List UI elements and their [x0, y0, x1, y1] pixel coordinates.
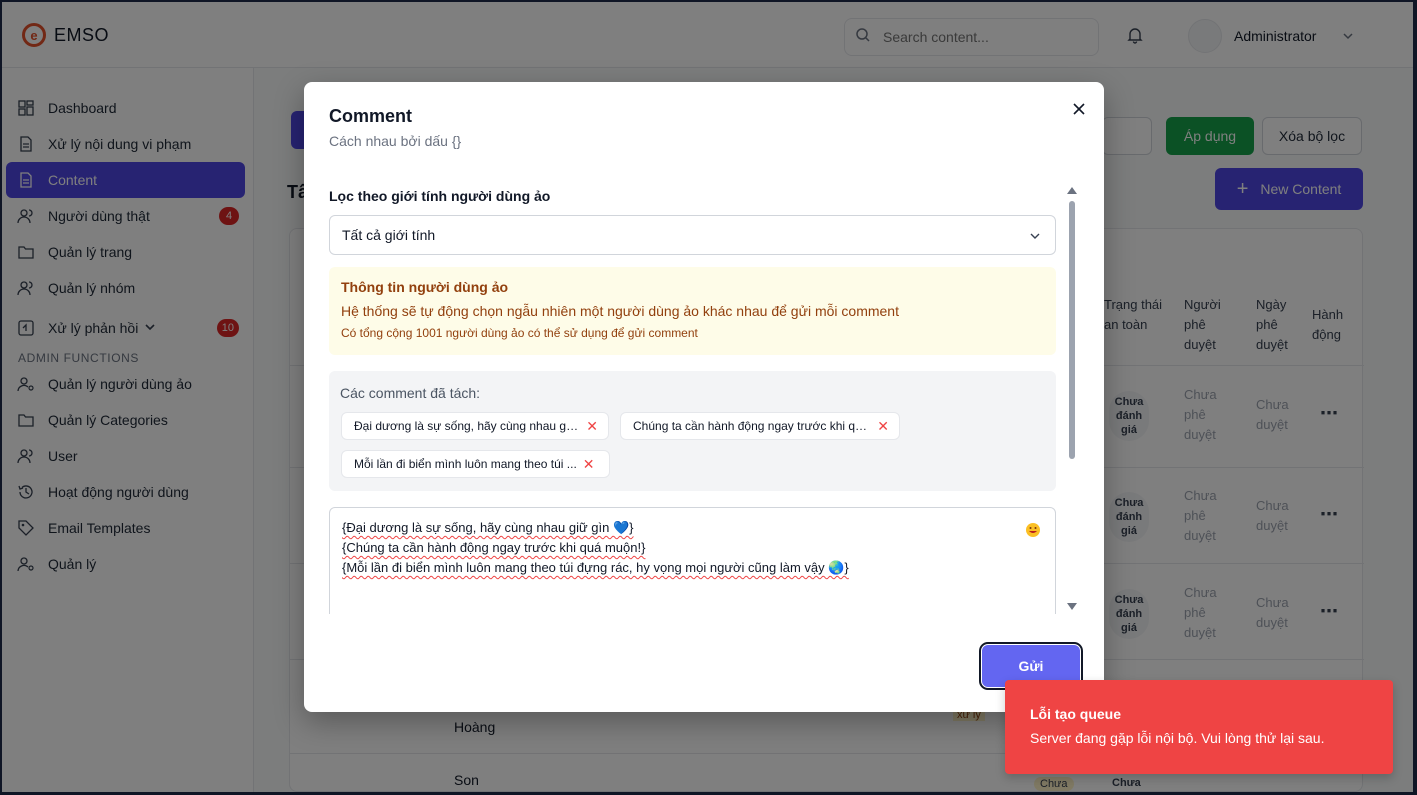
gender-select[interactable]: Tất cả giới tính — [329, 215, 1056, 255]
comment-chip[interactable]: Đại dương là sự sống, hãy cùng nhau giữ … — [341, 412, 609, 440]
dialog-title: Comment — [329, 106, 413, 126]
scroll-down-arrow-icon[interactable] — [1067, 603, 1077, 610]
comment-line: {Chúng ta cần hành động ngay trước khi q… — [342, 540, 646, 555]
split-comments-label: Các comment đã tách: — [340, 385, 481, 401]
comment-chip[interactable]: Chúng ta cần hành động ngay trước khi qu… — [620, 412, 900, 440]
dialog-subtitle: Cách nhau bởi dấu {} — [329, 133, 462, 149]
dialog-scrollbar[interactable] — [1067, 187, 1077, 615]
dialog-body: Lọc theo giới tính người dùng ảo Tất cả … — [329, 182, 1056, 614]
scroll-thumb[interactable] — [1069, 201, 1075, 459]
toast-title: Lỗi tạo queue — [1030, 706, 1121, 722]
close-icon[interactable] — [1069, 99, 1089, 119]
comment-textarea[interactable]: {Đại dương là sự sống, hãy cùng nhau giữ… — [329, 507, 1056, 614]
remove-chip-icon[interactable]: ✕ — [583, 456, 595, 473]
remove-chip-icon[interactable]: ✕ — [877, 418, 889, 435]
error-toast[interactable]: Lỗi tạo queue Server đang gặp lỗi nội bộ… — [1005, 680, 1393, 774]
comment-dialog: Comment Cách nhau bởi dấu {} Lọc theo gi… — [304, 82, 1104, 712]
gender-filter-label: Lọc theo giới tính người dùng ảo — [329, 188, 551, 204]
comment-chip-text: Mỗi lần đi biển mình luôn mang theo túi … — [354, 457, 577, 471]
remove-chip-icon[interactable]: ✕ — [586, 418, 598, 435]
emoji-picker-icon[interactable] — [1025, 522, 1041, 544]
comment-chip-text: Chúng ta cần hành động ngay trước khi qu… — [633, 419, 872, 433]
comment-chip[interactable]: Mỗi lần đi biển mình luôn mang theo túi … — [341, 450, 610, 478]
info-title: Thông tin người dùng ảo — [341, 279, 509, 295]
toast-message: Server đang gặp lỗi nội bộ. Vui lòng thử… — [1030, 730, 1325, 746]
virtual-user-info-box: Thông tin người dùng ảo Hệ thống sẽ tự đ… — [329, 267, 1056, 355]
chevron-down-icon — [1029, 229, 1041, 245]
scroll-up-arrow-icon[interactable] — [1067, 187, 1077, 194]
info-count: Có tổng cộng 1001 người dùng ảo có thể s… — [341, 326, 698, 340]
info-description: Hệ thống sẽ tự động chọn ngẫu nhiên một … — [341, 303, 899, 319]
gender-select-value: Tất cả giới tính — [342, 227, 436, 243]
comment-line: {Mỗi lần đi biển mình luôn mang theo túi… — [342, 560, 849, 575]
split-comments-box: Các comment đã tách: Đại dương là sự sốn… — [329, 371, 1056, 491]
comment-chip-text: Đại dương là sự sống, hãy cùng nhau giữ … — [354, 419, 581, 433]
comment-line: {Đại dương là sự sống, hãy cùng nhau giữ… — [342, 520, 634, 535]
